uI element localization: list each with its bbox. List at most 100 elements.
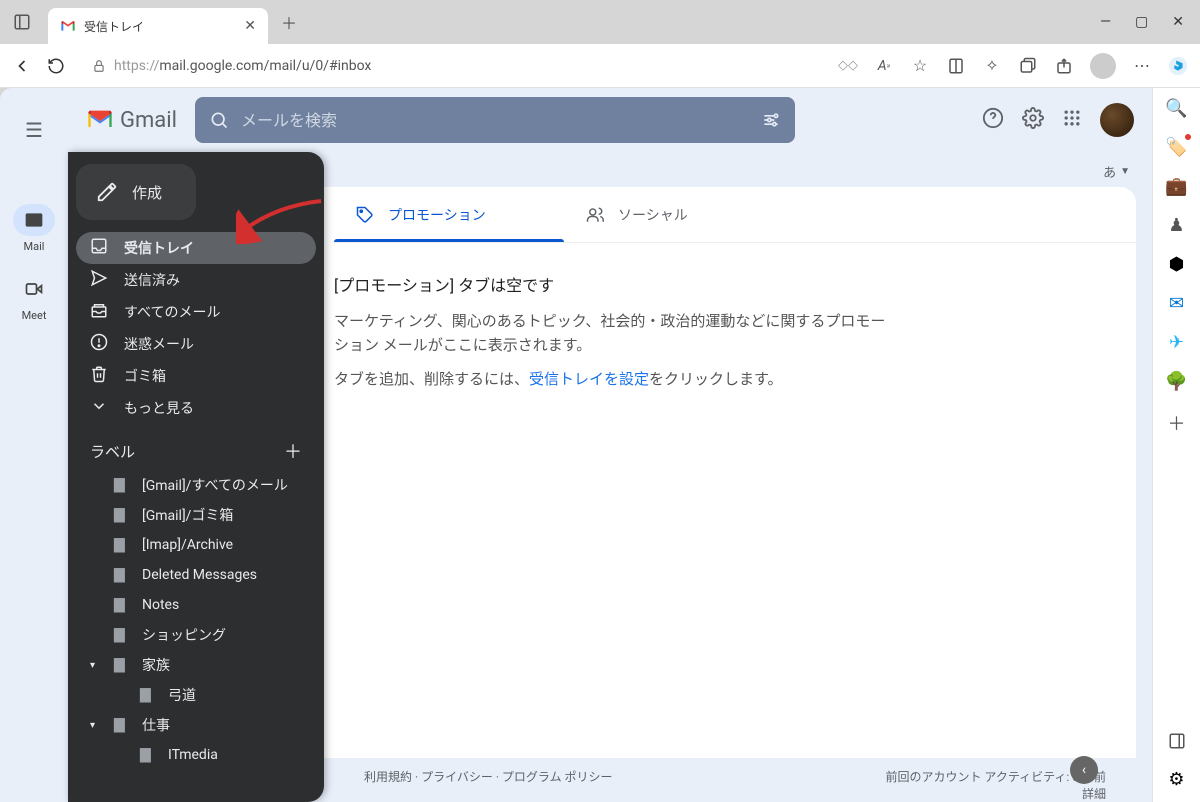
label-icon: ▇ [114,567,130,583]
label-icon: ▇ [140,747,156,763]
tab-actions-icon[interactable] [8,8,36,36]
edge-m365-icon[interactable]: ⬢ [1169,254,1185,275]
label-item[interactable]: ▾▇家族 [76,650,316,680]
tab-social[interactable]: ソーシャル [564,187,794,242]
edge-shopping-icon[interactable]: 🏷️ [1165,137,1187,158]
trash-icon [90,365,108,387]
share-icon[interactable] [1054,56,1074,76]
reading-list-icon[interactable] [946,56,966,76]
label-item[interactable]: ▇[Gmail]/ゴミ箱 [76,500,316,530]
chevron-down-icon[interactable]: ▾ [90,720,102,731]
tag-icon [356,206,374,224]
side-panel-toggle[interactable]: ‹ [1070,756,1098,784]
nav-item-spam[interactable]: 迷惑メール [76,328,316,360]
label-icon: ▇ [114,477,130,493]
footer-details-link[interactable]: 詳細 [885,785,1106,802]
rail-meet[interactable]: Meet [13,273,55,322]
gmail-app: ☰ Mail Meet Gmail [0,88,1152,802]
url-text: mail.google.com/mail/u/0/#inbox [159,58,371,74]
empty-title: [プロモーション] タブは空です [334,273,1136,299]
browser-toolbar: https://mail.google.com/mail/u/0/#inbox … [0,44,1200,88]
gmail-header: Gmail [68,88,1152,152]
inbox-icon [90,237,108,259]
label-item[interactable]: ▇Deleted Messages [76,560,316,590]
edge-panel-icon[interactable] [1168,732,1186,755]
nav-item-send[interactable]: 送信済み [76,264,316,296]
edge-add-icon[interactable]: ＋ [1168,410,1186,436]
search-bar[interactable] [195,97,795,143]
label-item[interactable]: ▇ITmedia [76,740,316,770]
favorite-icon[interactable]: ☆ [910,56,930,76]
edge-tools-icon[interactable]: 💼 [1165,176,1187,197]
settings-icon[interactable] [1022,107,1044,134]
edge-settings-icon[interactable]: ⚙ [1168,769,1184,790]
browser-tab[interactable]: 受信トレイ ✕ [48,8,268,44]
edge-send-icon[interactable]: ✈ [1169,332,1184,353]
text-size-icon[interactable]: A» [874,56,894,76]
compose-button[interactable]: 作成 [76,164,196,220]
collections-icon[interactable] [1018,56,1038,76]
empty-state: [プロモーション] タブは空です マーケティング、関心のあるトピック、社会的・政… [334,243,1136,401]
inbox-settings-link[interactable]: 受信トレイを設定 [529,370,649,388]
label-icon: ▇ [114,537,130,553]
nav-sidebar: 作成 受信トレイ送信済みすべてのメール迷惑メールゴミ箱もっと見る ラベル ＋ ▇… [68,152,324,802]
gmail-logo[interactable]: Gmail [86,106,177,134]
browser-titlebar: 受信トレイ ✕ ＋ — ▢ ✕ [0,0,1200,44]
tab-close-icon[interactable]: ✕ [244,18,256,34]
address-bar[interactable]: https://mail.google.com/mail/u/0/#inbox [80,50,824,82]
footer-links[interactable]: 利用規約 · プライバシー · プログラム ポリシー [364,768,613,802]
edge-games-icon[interactable]: ♟ [1168,215,1184,236]
rail-meet-label: Meet [22,309,47,322]
label-item[interactable]: ▾▇仕事 [76,710,316,740]
people-icon [586,206,604,224]
close-icon[interactable]: ✕ [1172,14,1184,30]
rail-mail[interactable]: Mail [13,204,55,253]
chevron-down-icon[interactable]: ▾ [90,660,102,671]
meet-icon [24,279,44,299]
labels-header: ラベル ＋ [76,424,316,470]
nav-item-expand[interactable]: もっと見る [76,392,316,424]
labels-header-text: ラベル [90,441,135,462]
minimize-icon[interactable]: — [1100,14,1111,30]
apps-icon[interactable] [1062,108,1082,133]
input-method-toggle[interactable]: あ ▼ [1097,160,1136,183]
edge-outlook-icon[interactable]: ✉ [1169,293,1184,314]
refresh-icon[interactable] [46,56,66,76]
product-rail: ☰ Mail Meet [0,88,68,802]
spam-icon [90,333,108,355]
label-item[interactable]: ▇ショッピング [76,620,316,650]
back-icon[interactable] [12,56,32,76]
label-item[interactable]: ▇弓道 [76,680,316,710]
tab-title: 受信トレイ [84,18,236,35]
account-avatar[interactable] [1100,103,1134,137]
search-options-icon[interactable] [761,110,781,130]
label-item[interactable]: ▇[Gmail]/すべてのメール [76,470,316,500]
add-label-icon[interactable]: ＋ [284,438,302,464]
bing-icon[interactable] [1168,56,1188,76]
more-icon[interactable]: ⋯ [1132,56,1152,76]
label-item[interactable]: ▇[Imap]/Archive [76,530,316,560]
chevron-down-icon: ▼ [1120,166,1130,177]
profile-icon[interactable] [1090,53,1116,79]
pencil-icon [96,181,118,203]
search-icon [209,110,229,130]
favorites-bar-icon[interactable]: ✧ [982,56,1002,76]
gmail-logo-text: Gmail [120,108,177,133]
nav-item-trash[interactable]: ゴミ箱 [76,360,316,392]
read-mode-icon[interactable]: ◇◇ [838,56,858,76]
main-menu-button[interactable]: ☰ [10,106,58,154]
label-icon: ▇ [140,687,156,703]
help-icon[interactable] [982,107,1004,134]
new-tab-button[interactable]: ＋ [274,7,304,37]
search-input[interactable] [241,111,749,130]
send-icon [90,269,108,291]
mail-icon [24,210,44,230]
maximize-icon[interactable]: ▢ [1135,14,1148,30]
empty-desc: マーケティング、関心のあるトピック、社会的・政治的運動などに関するプロモーション… [334,309,894,357]
nav-item-inbox[interactable]: 受信トレイ [76,232,316,264]
tab-promotions[interactable]: プロモーション [334,187,564,242]
label-item[interactable]: ▇Notes [76,590,316,620]
edge-eco-icon[interactable]: 🌳 [1165,371,1187,392]
edge-search-icon[interactable]: 🔍 [1165,98,1187,119]
nav-item-stack[interactable]: すべてのメール [76,296,316,328]
